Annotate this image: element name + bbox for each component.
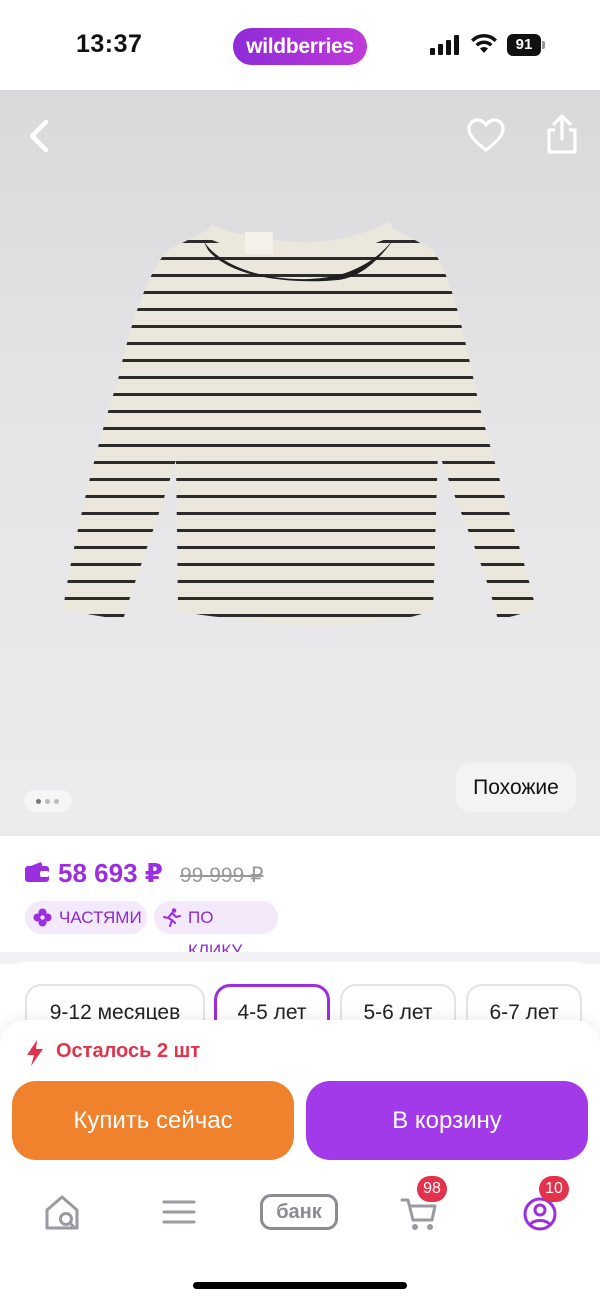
- profile-badge: 10: [539, 1176, 569, 1202]
- running-person-icon: [163, 908, 181, 927]
- installments-label: ЧАСТЯМИ: [59, 908, 142, 927]
- flower-icon: [33, 908, 52, 927]
- menu-icon: [162, 1200, 196, 1224]
- old-price: 99 999 ₽: [180, 864, 264, 887]
- add-to-cart-button[interactable]: В корзину: [306, 1081, 588, 1160]
- favorite-heart-icon[interactable]: [466, 116, 506, 156]
- tab-catalog[interactable]: [162, 1190, 196, 1234]
- battery-level: 91: [507, 34, 541, 56]
- price-card: 58 693 ₽ 99 999 ₽ ЧАСТЯМИ ПО КЛИКУ: [0, 836, 600, 960]
- gallery-pagination-dots: [24, 790, 72, 812]
- tab-bank[interactable]: банк: [260, 1194, 338, 1230]
- battery-indicator: 91: [507, 34, 545, 56]
- status-time: 13:37: [76, 30, 143, 58]
- tab-home[interactable]: [42, 1190, 82, 1234]
- product-image-gallery[interactable]: Похожие: [0, 90, 600, 836]
- stock-remaining-text: Осталось 2 шт: [56, 1040, 201, 1062]
- stock-remaining: Осталось 2 шт: [26, 1040, 201, 1066]
- buy-now-button[interactable]: Купить сейчас: [12, 1081, 294, 1160]
- product-photo: [63, 221, 536, 626]
- cart-badge: 98: [417, 1176, 447, 1202]
- home-indicator: [193, 1282, 407, 1289]
- current-price: 58 693 ₽: [58, 858, 163, 888]
- installments-chip[interactable]: ЧАСТЯМИ: [25, 901, 147, 934]
- tab-cart[interactable]: 98: [400, 1176, 447, 1234]
- purchase-panel: Осталось 2 шт Купить сейчас В корзину ба…: [0, 1020, 600, 1300]
- wallet-icon: [25, 862, 49, 882]
- status-bar: 13:37 wildberries 91: [0, 0, 600, 90]
- brand-logo: wildberries: [233, 28, 367, 65]
- cellular-signal-icon: [430, 35, 459, 55]
- lightning-icon: [27, 1040, 43, 1066]
- one-click-chip[interactable]: ПО КЛИКУ: [154, 901, 278, 960]
- tab-profile[interactable]: 10: [521, 1176, 569, 1234]
- back-arrow-icon[interactable]: [22, 116, 58, 156]
- home-search-icon: [45, 1195, 79, 1230]
- share-icon[interactable]: [543, 112, 581, 156]
- similar-products-button[interactable]: Похожие: [456, 763, 576, 812]
- wifi-icon: [471, 33, 497, 53]
